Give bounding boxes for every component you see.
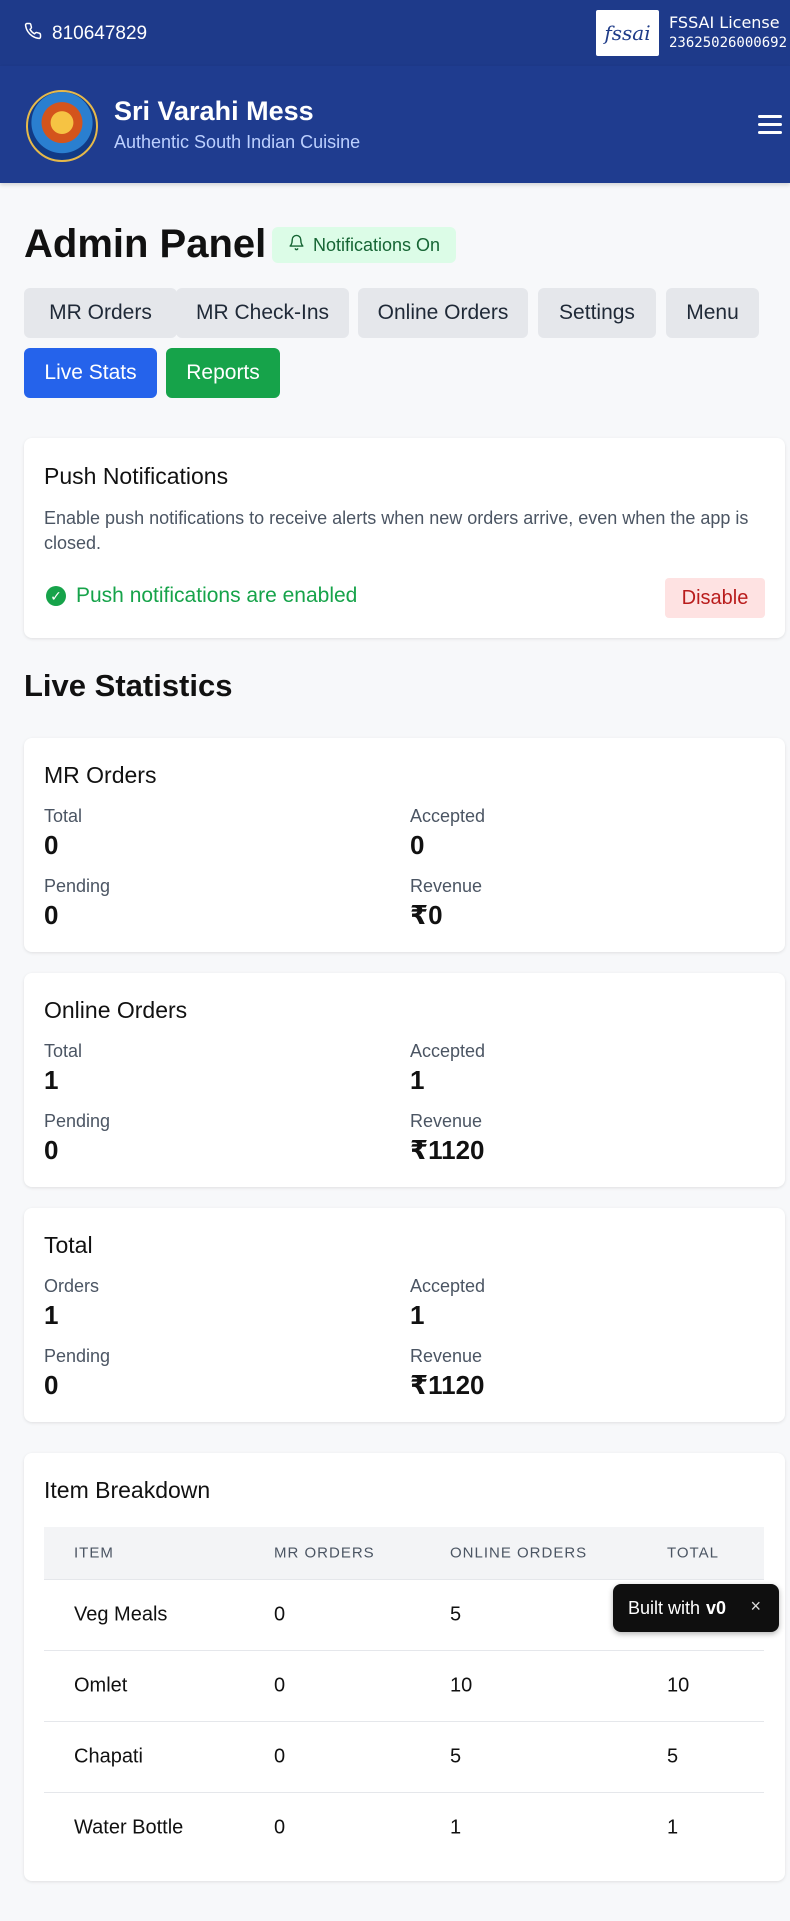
- stat-pending-label: Pending: [44, 1111, 111, 1131]
- tab-menu[interactable]: Menu: [666, 288, 759, 338]
- fssai-license-number: 23625026000692: [669, 35, 788, 51]
- cell-mr-orders: 0: [274, 1816, 286, 1839]
- fssai-license: FSSAI License 23625026000692: [669, 13, 787, 53]
- table-row: Chapati 0 5 5: [44, 1721, 764, 1792]
- item-breakdown-card: Item Breakdown ITEM MR ORDERS ONLINE ORD…: [24, 1453, 785, 1881]
- stat-total-value: 0: [44, 830, 59, 860]
- brand-logo[interactable]: [26, 90, 98, 162]
- item-breakdown-title: Item Breakdown: [44, 1477, 211, 1503]
- cell-online-orders: 5: [450, 1603, 462, 1626]
- stat-revenue-value: ₹0: [410, 900, 443, 930]
- check-circle-icon: ✓: [46, 586, 66, 606]
- menu-hamburger-icon[interactable]: [758, 115, 782, 135]
- phone-number: 810647829: [52, 23, 148, 44]
- cell-item: Chapati: [74, 1745, 143, 1768]
- push-status: ✓ Push notifications are enabled: [46, 584, 357, 608]
- brand-name: Sri Varahi Mess: [114, 96, 314, 126]
- column-header-online-orders: ONLINE ORDERS: [450, 1544, 588, 1562]
- built-with-label: Built with: [628, 1597, 701, 1618]
- cell-online-orders: 5: [450, 1745, 462, 1768]
- table-row: Omlet 0 10 10: [44, 1650, 764, 1721]
- fssai-license-label: FSSAI License: [669, 13, 780, 32]
- cell-online-orders: 1: [450, 1816, 462, 1839]
- push-notifications-title: Push Notifications: [44, 463, 229, 489]
- cell-item: Veg Meals: [74, 1603, 168, 1626]
- phone-icon: [24, 22, 42, 46]
- v0-logo-icon: v0: [706, 1597, 727, 1618]
- total-stats-card: Total Orders 1 Accepted 1 Pending 0 Reve…: [24, 1208, 785, 1422]
- total-stats-title: Total: [44, 1232, 93, 1258]
- stat-total-label: Total: [44, 1041, 83, 1061]
- tab-settings[interactable]: Settings: [538, 288, 656, 338]
- stat-orders-value: 1: [44, 1300, 59, 1330]
- push-notifications-card: Push Notifications Enable push notificat…: [24, 438, 785, 638]
- stat-orders-label: Orders: [44, 1276, 100, 1296]
- push-notifications-description: Enable push notifications to receive ale…: [44, 508, 749, 553]
- stat-accepted-value: 1: [410, 1300, 425, 1330]
- stat-revenue-label: Revenue: [410, 1111, 483, 1131]
- stat-pending-value: 0: [44, 1135, 59, 1165]
- cell-total: 5: [667, 1745, 679, 1768]
- cell-mr-orders: 0: [274, 1745, 286, 1768]
- column-header-mr-orders: MR ORDERS: [274, 1544, 375, 1562]
- phone-contact[interactable]: 810647829: [24, 22, 147, 46]
- bell-icon: [288, 234, 305, 256]
- stat-revenue-value: ₹1120: [410, 1135, 485, 1165]
- online-orders-stats-card: Online Orders Total 1 Accepted 1 Pending…: [24, 973, 785, 1187]
- cell-item: Omlet: [74, 1674, 128, 1697]
- brand-subtitle: Authentic South Indian Cuisine: [114, 132, 361, 152]
- stat-revenue-label: Revenue: [410, 876, 483, 896]
- stat-accepted-value: 0: [410, 830, 425, 860]
- cell-mr-orders: 0: [274, 1674, 286, 1697]
- tab-mr-check-ins[interactable]: MR Check-Ins: [176, 288, 349, 338]
- notifications-badge-label: Notifications On: [313, 234, 441, 255]
- online-orders-stats-title: Online Orders: [44, 997, 188, 1023]
- cell-mr-orders: 0: [274, 1603, 286, 1626]
- mr-orders-stats-card: MR Orders Total 0 Accepted 0 Pending 0 R…: [24, 738, 785, 952]
- close-icon[interactable]: ×: [750, 1596, 761, 1617]
- table-header: ITEM MR ORDERS ONLINE ORDERS TOTAL: [44, 1527, 764, 1579]
- stat-accepted-label: Accepted: [410, 1276, 486, 1296]
- stat-accepted-value: 1: [410, 1065, 425, 1095]
- mr-orders-stats-title: MR Orders: [44, 762, 157, 788]
- cell-total: 10: [667, 1674, 690, 1697]
- cell-total: 1: [667, 1816, 679, 1839]
- page-title: Admin Panel: [24, 222, 267, 266]
- column-header-item: ITEM: [74, 1544, 114, 1562]
- stat-revenue-value: ₹1120: [410, 1370, 485, 1400]
- tab-online-orders[interactable]: Online Orders: [358, 288, 528, 338]
- stat-pending-value: 0: [44, 900, 59, 930]
- table-row: Water Bottle 0 1 1: [44, 1792, 764, 1863]
- tab-mr-orders[interactable]: MR Orders: [24, 288, 177, 338]
- live-statistics-title: Live Statistics: [24, 668, 233, 703]
- column-header-total: TOTAL: [667, 1544, 719, 1562]
- cell-online-orders: 10: [450, 1674, 473, 1697]
- notifications-badge: Notifications On: [272, 227, 457, 263]
- built-with-badge[interactable]: Built with v0 ×: [613, 1584, 779, 1632]
- stat-accepted-label: Accepted: [410, 806, 486, 826]
- top-contact-bar: 810647829 fssai FSSAI License 2362502600…: [0, 0, 790, 66]
- cell-item: Water Bottle: [74, 1816, 184, 1839]
- tab-live-stats[interactable]: Live Stats: [24, 348, 157, 398]
- push-status-text: Push notifications are enabled: [76, 584, 358, 607]
- site-header: Sri Varahi Mess Authentic South Indian C…: [0, 66, 790, 183]
- stat-pending-label: Pending: [44, 876, 111, 896]
- stat-total-label: Total: [44, 806, 83, 826]
- stat-pending-value: 0: [44, 1370, 59, 1400]
- tab-reports[interactable]: Reports: [166, 348, 280, 398]
- stat-total-value: 1: [44, 1065, 59, 1095]
- stat-pending-label: Pending: [44, 1346, 111, 1366]
- disable-push-button[interactable]: Disable: [665, 578, 765, 618]
- fssai-logo: fssai: [596, 10, 659, 56]
- stat-revenue-label: Revenue: [410, 1346, 483, 1366]
- stat-accepted-label: Accepted: [410, 1041, 486, 1061]
